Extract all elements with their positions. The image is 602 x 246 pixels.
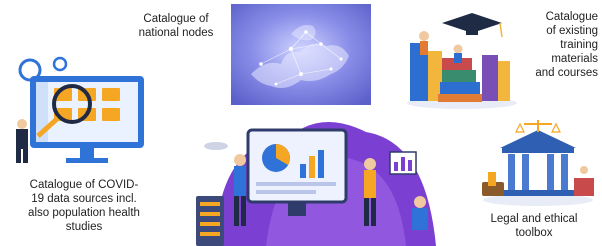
data-catalogue-monitor-illustration bbox=[2, 52, 152, 167]
covid-label: Catalogue of COVID- 19 data sources incl… bbox=[4, 178, 164, 234]
national-nodes-text: Catalogue of national nodes bbox=[138, 13, 214, 39]
books-graduation-cap-illustration bbox=[402, 3, 520, 111]
national-nodes-label: Catalogue of national nodes bbox=[124, 12, 228, 40]
covid-label-line-4: studies bbox=[65, 221, 103, 233]
training-label-line-1: Catalogue bbox=[545, 11, 598, 23]
covid-label-line-1: Catalogue of COVID- bbox=[29, 179, 139, 191]
training-label: Catalogue of existing training materials… bbox=[518, 10, 598, 80]
data-team-dashboard-illustration bbox=[176, 102, 446, 246]
europe-network-map bbox=[231, 4, 371, 105]
training-label-line-2: of existing bbox=[546, 25, 598, 37]
legal-label: Legal and ethical toolbox bbox=[470, 212, 598, 240]
covid-label-line-2: 19 data sources incl. bbox=[31, 193, 137, 205]
training-label-line-5: and courses bbox=[535, 67, 598, 79]
covid-label-line-3: also population health bbox=[28, 207, 140, 219]
legal-label-line-1: Legal and ethical bbox=[490, 213, 578, 225]
training-label-line-3: training bbox=[560, 39, 598, 51]
training-label-line-4: materials bbox=[551, 53, 598, 65]
justice-scales-illustration bbox=[478, 118, 598, 208]
legal-label-line-2: toolbox bbox=[515, 227, 553, 239]
